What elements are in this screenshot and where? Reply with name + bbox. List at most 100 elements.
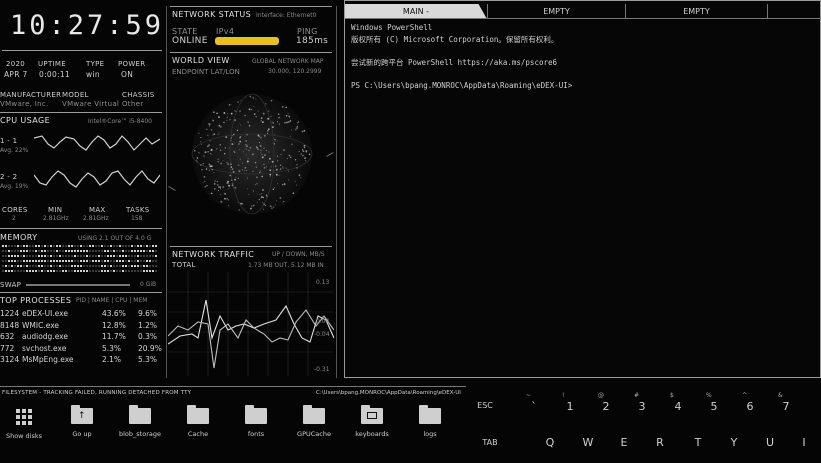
memory-grid bbox=[2, 245, 158, 275]
memory-usage: USING 2.1 OUT OF 4.0 G bbox=[78, 235, 152, 242]
cpu-min: 2.81GHz bbox=[43, 215, 69, 222]
process-name: MsMpEng.exe bbox=[22, 355, 74, 364]
file-label: Go up bbox=[72, 430, 92, 438]
key-row1-8[interactable]: 7 bbox=[776, 400, 796, 413]
cpu-title: CPU USAGE bbox=[0, 116, 51, 125]
key-row2-1[interactable]: Q bbox=[540, 436, 560, 449]
folder-cache[interactable]: Cache bbox=[168, 405, 228, 438]
tab-empty-1[interactable]: EMPTY bbox=[487, 4, 625, 19]
key-row1-5[interactable]: 4 bbox=[668, 400, 688, 413]
key-row2-2[interactable]: W bbox=[578, 436, 598, 449]
key-row1-4[interactable]: 3 bbox=[632, 400, 652, 413]
cpu-tasks: 158 bbox=[131, 215, 143, 222]
tab-empty-2[interactable]: EMPTY bbox=[625, 4, 767, 19]
key-row2-4[interactable]: R bbox=[650, 436, 670, 449]
key-shift-label: @ bbox=[598, 392, 604, 399]
process-name: audiodg.exe bbox=[22, 332, 68, 341]
keyboard-folder-icon bbox=[361, 405, 383, 424]
show-disks-button[interactable]: Show disks bbox=[0, 408, 54, 440]
key-row1-3[interactable]: 2 bbox=[596, 400, 616, 413]
sysinfo-power-label: POWER bbox=[118, 60, 146, 68]
hw-model-label: MODEL bbox=[62, 91, 89, 99]
key-shift-label: % bbox=[706, 392, 712, 399]
key-row2-8[interactable]: I bbox=[794, 436, 814, 449]
tab-main[interactable]: MAIN - bbox=[345, 4, 487, 19]
grid-icon bbox=[16, 409, 32, 425]
terminal-line: 版权所有 (C) Microsoft Corporation。保留所有权利。 bbox=[351, 35, 559, 44]
folder-icon bbox=[187, 405, 209, 424]
key-tab[interactable]: TAB bbox=[478, 438, 502, 447]
cpu-core2-avg: Avg. 19% bbox=[0, 183, 29, 190]
sysinfo-power: ON bbox=[121, 70, 134, 79]
sysinfo-uptime: 0:00:11 bbox=[39, 70, 71, 79]
globe-marker-left bbox=[168, 186, 176, 191]
key-row2-5[interactable]: T bbox=[688, 436, 708, 449]
network-ping: 185ms bbox=[296, 36, 329, 46]
worldview-subtitle: GLOBAL NETWORK MAP bbox=[252, 58, 324, 65]
key-shift-label: ! bbox=[562, 392, 565, 399]
traffic-title: NETWORK TRAFFIC bbox=[172, 250, 255, 259]
key-row1-7[interactable]: 6 bbox=[740, 400, 760, 413]
process-name: WMIC.exe bbox=[22, 320, 60, 330]
cpu-tasks-label: TASKS bbox=[126, 206, 150, 214]
cpu-cores: 2 bbox=[12, 215, 16, 222]
process-cpu: 2.1% bbox=[102, 355, 122, 364]
hw-manufacturer-label: MANUFACTURER bbox=[0, 91, 62, 99]
processes-title: TOP PROCESSES bbox=[0, 296, 72, 305]
file-label: GPUCache bbox=[297, 430, 331, 438]
key-esc[interactable]: ESC bbox=[473, 401, 497, 410]
folder-fonts[interactable]: fonts bbox=[226, 405, 286, 438]
folder-icon bbox=[419, 405, 441, 424]
network-ip-label: IPv4 bbox=[216, 27, 235, 36]
key-row2-6[interactable]: Y bbox=[724, 436, 744, 449]
key-row1-2[interactable]: 1 bbox=[560, 400, 580, 413]
hw-chassis-label: CHASSIS bbox=[122, 91, 155, 99]
key-shift-label: ~ bbox=[526, 392, 532, 399]
tab-empty-3[interactable] bbox=[767, 4, 821, 19]
cpu-core2-label: 2 - 2 bbox=[0, 173, 18, 181]
cpu-core1-label: 1 - 1 bbox=[0, 137, 18, 145]
folder-up-icon: ↑ bbox=[71, 405, 93, 424]
folder-icon bbox=[129, 405, 151, 424]
key-shift-label: ^ bbox=[742, 392, 748, 399]
go-up-button[interactable]: ↑ Go up bbox=[52, 405, 112, 438]
terminal-line: Windows PowerShell bbox=[351, 23, 433, 32]
process-mem: 0.3% bbox=[138, 332, 158, 341]
terminal-prompt[interactable]: PS C:\Users\bpang.MONROC\AppData\Roaming… bbox=[351, 81, 572, 90]
process-mem: 1.2% bbox=[138, 320, 158, 330]
clock: 10:27:59 bbox=[10, 10, 165, 41]
process-pid: 1224 bbox=[0, 309, 20, 318]
filesystem-path: C:\Users\bpang.MONROC\AppData\Roaming\eD… bbox=[316, 390, 461, 396]
traffic-axis-top: 0.13 bbox=[316, 279, 330, 286]
folder-keyboards[interactable]: keyboards bbox=[342, 405, 402, 438]
process-cpu: 5.3% bbox=[102, 343, 122, 353]
folder-icon bbox=[303, 405, 325, 424]
cpu-max: 2.81GHz bbox=[83, 215, 109, 222]
file-label: Show disks bbox=[5, 432, 43, 440]
process-pid: 3124 bbox=[0, 355, 20, 364]
network-interface: Interface: Ethernet0 bbox=[256, 12, 317, 19]
swap-value: 0 GiB bbox=[140, 281, 157, 288]
network-status-title: NETWORK STATUS bbox=[172, 10, 252, 19]
traffic-subtitle: UP / DOWN, MB/S bbox=[272, 251, 325, 258]
globe-icon bbox=[191, 93, 313, 215]
folder-gpucache[interactable]: GPUCache bbox=[284, 405, 344, 438]
key-shift-label: & bbox=[778, 392, 783, 399]
traffic-total: 1.73 MB OUT, 5.12 MB IN bbox=[248, 262, 324, 269]
ip-redacted bbox=[215, 37, 279, 45]
process-pid: 8148 bbox=[0, 320, 20, 330]
process-mem: 5.3% bbox=[138, 355, 158, 364]
endpoint-value: 30.000, 120.2999 bbox=[268, 68, 322, 75]
key-row2-3[interactable]: E bbox=[614, 436, 634, 449]
memory-title: MEMORY bbox=[0, 233, 38, 242]
traffic-axis-bot: -0.31 bbox=[314, 366, 330, 373]
key-row2-7[interactable]: U bbox=[760, 436, 780, 449]
network-state: ONLINE bbox=[172, 36, 208, 46]
traffic-total-label: TOTAL bbox=[172, 261, 196, 269]
key-row1-6[interactable]: 5 bbox=[704, 400, 724, 413]
folder-blob-storage[interactable]: blob_storage bbox=[110, 405, 170, 438]
file-label: Cache bbox=[187, 430, 209, 438]
terminal-window[interactable]: MAIN - EMPTY EMPTY Windows PowerShell 版权… bbox=[344, 0, 821, 378]
folder-logs[interactable]: logs bbox=[400, 405, 460, 438]
key-row1-1[interactable]: ` bbox=[524, 400, 544, 413]
